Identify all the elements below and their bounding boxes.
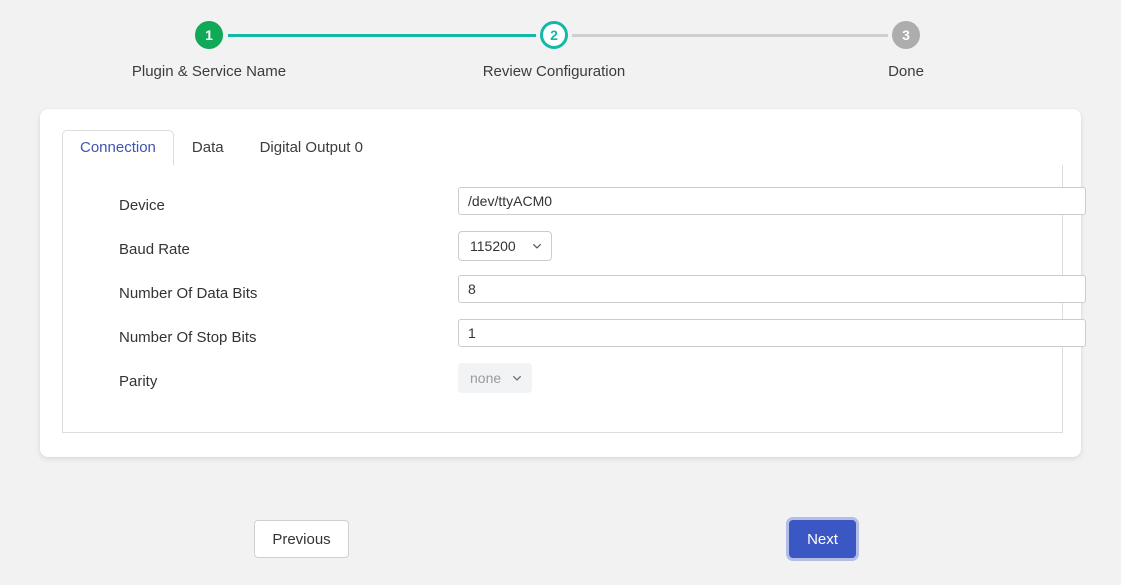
stepper-step-2-circle: 2 [540,21,568,49]
previous-button[interactable]: Previous [254,520,349,558]
parity-value: none [470,370,501,386]
form-row-baud-rate: Baud Rate 115200 [63,231,1062,275]
control-number-of-stop-bits [458,319,1086,347]
wizard-stepper: 1 Plugin & Service Name 2 Review Configu… [0,0,1121,96]
stepper-step-2-label: Review Configuration [474,63,634,80]
stepper-step-1[interactable]: 1 Plugin & Service Name [129,0,289,80]
stepper-step-1-number: 1 [205,27,213,43]
tab-data[interactable]: Data [174,130,242,165]
stepper-step-1-circle: 1 [195,21,223,49]
control-parity: none [458,363,532,393]
form-row-stop-bits: Number Of Stop Bits [63,319,1062,363]
label-device: Device [119,197,165,214]
tab-bar: Connection Data Digital Output 0 [62,131,1063,166]
stepper-step-3[interactable]: 3 Done [826,0,986,80]
form-row-device: Device [63,187,1062,231]
form-row-data-bits: Number Of Data Bits [63,275,1062,319]
tab-panel-connection: Device Baud Rate 115200 Number Of Data B… [62,165,1063,433]
device-input[interactable] [458,187,1086,215]
control-number-of-data-bits [458,275,1086,303]
number-of-data-bits-input[interactable] [458,275,1086,303]
stepper-step-2[interactable]: 2 Review Configuration [474,0,634,80]
tab-connection[interactable]: Connection [62,130,174,165]
tab-digital-output-0[interactable]: Digital Output 0 [242,130,381,165]
configuration-card: Connection Data Digital Output 0 Device … [40,109,1081,457]
label-number-of-data-bits: Number Of Data Bits [119,285,257,302]
label-parity: Parity [119,373,157,390]
stepper-step-3-label: Done [826,63,986,80]
stepper-step-1-label: Plugin & Service Name [129,63,289,80]
control-device [458,187,1086,215]
form-row-parity: Parity none [63,363,1062,407]
label-baud-rate: Baud Rate [119,241,190,258]
parity-select: none [458,363,532,393]
number-of-stop-bits-input[interactable] [458,319,1086,347]
chevron-down-icon [532,241,542,251]
chevron-down-icon [512,373,522,383]
stepper-step-2-number: 2 [550,27,558,43]
stepper-step-3-number: 3 [902,27,910,43]
control-baud-rate: 115200 [458,231,552,261]
label-number-of-stop-bits: Number Of Stop Bits [119,329,257,346]
next-button[interactable]: Next [789,520,856,558]
baud-rate-select[interactable]: 115200 [458,231,552,261]
stepper-step-3-circle: 3 [892,21,920,49]
baud-rate-value: 115200 [470,238,516,254]
